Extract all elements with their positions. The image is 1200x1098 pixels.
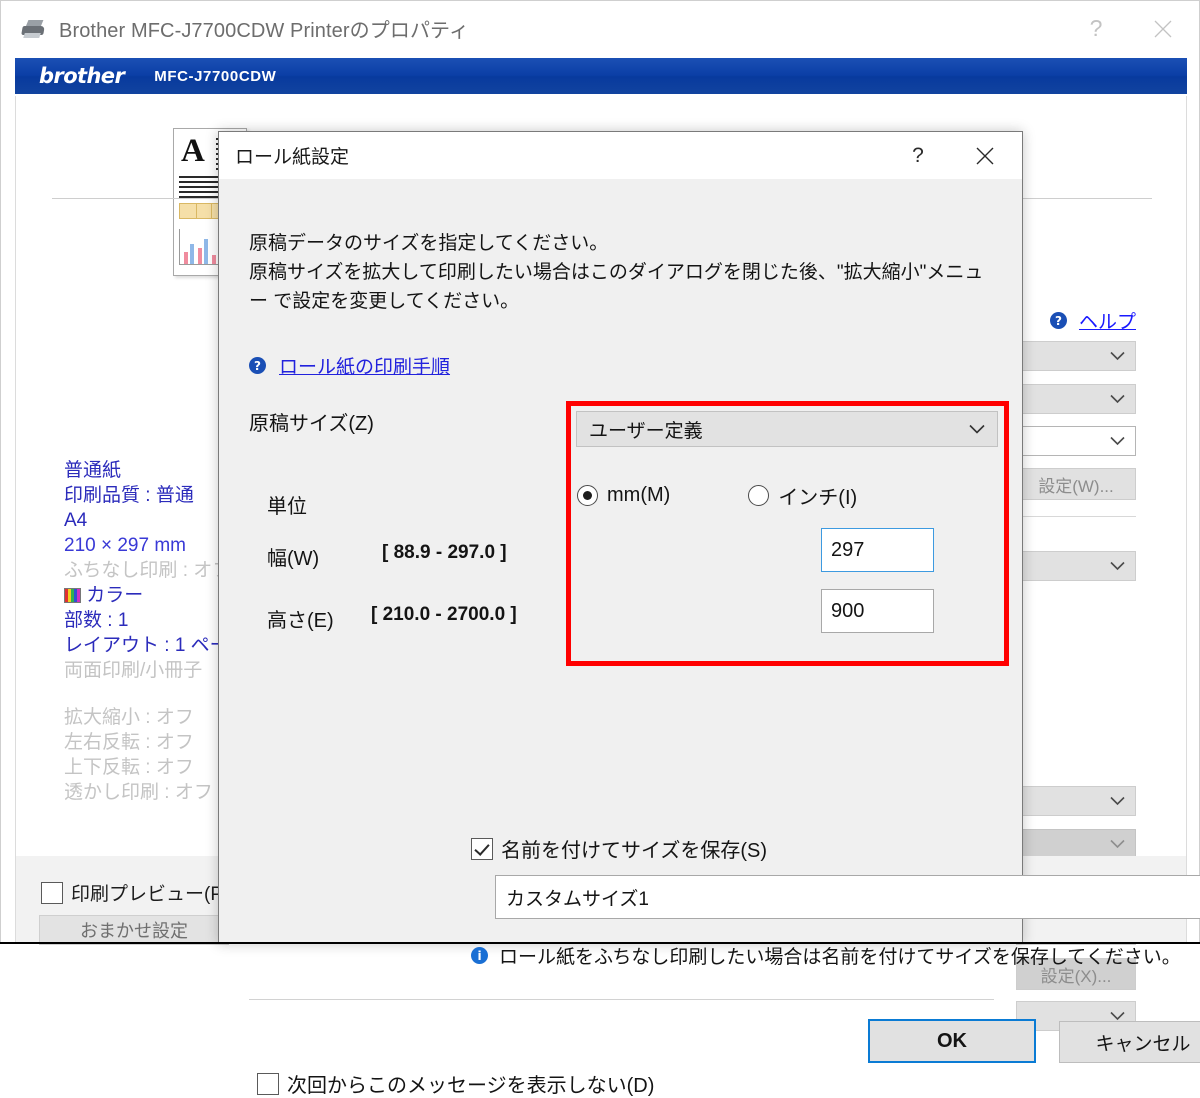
help-icon: ? xyxy=(1049,312,1067,329)
help-link-label[interactable]: ヘルプ xyxy=(1079,307,1136,334)
dont-show-again-checkbox[interactable] xyxy=(257,1072,279,1095)
dialog-close-icon[interactable] xyxy=(948,132,1022,179)
print-preview-label: 印刷プレビュー(P xyxy=(71,884,224,905)
height-input-value: 900 xyxy=(831,599,865,622)
bg-dropdown-1[interactable] xyxy=(1016,341,1136,371)
bg-divider-1 xyxy=(1016,516,1136,517)
bg-settings-button-w[interactable]: 設定(W)... xyxy=(1016,468,1136,500)
borderless-note-text: ロール紙をふちなし印刷したい場合は名前を付けてサイズを保存してください。 xyxy=(499,947,1181,968)
brother-brand-bar: brother MFC-J7700CDW xyxy=(15,58,1187,94)
height-label: 高さ(E) xyxy=(267,610,334,632)
print-preview-checkbox-row[interactable]: 印刷プレビュー(P xyxy=(41,879,223,906)
color-chip-icon xyxy=(64,588,81,603)
radio-mm-indicator[interactable] xyxy=(577,485,598,506)
dialog-help-button[interactable]: ? xyxy=(888,132,948,179)
save-size-checkbox[interactable] xyxy=(471,837,493,860)
radio-mm-label: mm(M) xyxy=(607,484,671,506)
summary-color-label: カラー xyxy=(86,585,144,606)
chevron-down-icon xyxy=(1110,839,1125,849)
radio-inch-indicator[interactable] xyxy=(748,485,770,506)
bg-dropdown-2[interactable] xyxy=(1016,384,1136,414)
unit-radio-mm[interactable]: mm(M) xyxy=(577,484,670,507)
dialog-description: 原稿データのサイズを指定してください。 原稿サイズを拡大して印刷したい場合はこの… xyxy=(249,233,984,312)
document-size-label: 原稿サイズ(Z) xyxy=(249,413,374,435)
borderless-note-row: i ロール紙をふちなし印刷したい場合は名前を付けてサイズを保存してください。 xyxy=(471,942,1181,969)
document-size-value: ユーザー定義 xyxy=(589,420,703,442)
omakase-settings-button[interactable]: おまかせ設定 xyxy=(39,915,229,945)
dialog-titlebar-buttons: ? xyxy=(888,132,1022,179)
dialog-footer-divider xyxy=(249,999,994,1000)
chevron-down-icon xyxy=(1110,796,1125,806)
question-mark-icon: ? xyxy=(249,357,266,374)
chevron-down-icon xyxy=(1110,394,1125,404)
height-input[interactable]: 900 xyxy=(821,589,934,633)
preview-letter-a: A xyxy=(181,133,205,169)
radio-inch-label: インチ(I) xyxy=(778,487,858,509)
save-size-label: 名前を付けてサイズを保存(S) xyxy=(501,840,768,862)
dont-show-again-label: 次回からこのメッセージを表示しない(D) xyxy=(287,1075,655,1097)
dialog-title: ロール紙設定 xyxy=(235,147,350,168)
ok-button[interactable]: OK xyxy=(868,1019,1036,1063)
dialog-titlebar: ロール紙設定 ? xyxy=(219,132,1022,179)
save-size-checkbox-row[interactable]: 名前を付けてサイズを保存(S) xyxy=(471,834,767,863)
dont-show-again-row[interactable]: 次回からこのメッセージを表示しない(D) xyxy=(257,1069,654,1098)
width-input[interactable]: 297 xyxy=(821,528,934,572)
cancel-button[interactable]: キャンセル xyxy=(1059,1021,1200,1063)
unit-radio-group: mm(M) インチ(I) xyxy=(577,481,857,510)
roll-paper-procedure-link-row[interactable]: ? ロール紙の印刷手順 xyxy=(249,352,450,379)
height-range-text: [ 210.0 - 2700.0 ] xyxy=(371,604,517,625)
chevron-down-icon xyxy=(1110,1011,1125,1021)
bg-dropdown-6[interactable] xyxy=(1016,829,1136,859)
roll-paper-settings-dialog: ロール紙設定 ? 原稿データのサイズを指定してください。 原稿サイズを拡大して印… xyxy=(218,131,1200,1097)
dialog-body: 原稿データのサイズを指定してください。 原稿サイズを拡大して印刷したい場合はこの… xyxy=(219,179,1200,1097)
printer-icon xyxy=(21,19,47,39)
help-link-row[interactable]: ? ヘルプ xyxy=(1049,307,1136,334)
brother-logo: brother xyxy=(39,64,125,88)
main-titlebar-buttons: ? xyxy=(1065,1,1199,56)
chevron-down-icon xyxy=(969,424,985,434)
document-size-dropdown[interactable]: ユーザー定義 xyxy=(576,411,998,447)
bg-dropdown-5[interactable] xyxy=(1016,786,1136,816)
main-help-button[interactable]: ? xyxy=(1065,1,1127,56)
size-name-input[interactable]: カスタムサイズ1 xyxy=(495,875,1200,919)
main-window-title: Brother MFC-J7700CDW Printerのプロパティ xyxy=(59,20,470,42)
width-label: 幅(W) xyxy=(267,548,320,570)
main-titlebar: Brother MFC-J7700CDW Printerのプロパティ ? xyxy=(1,1,1199,56)
print-preview-checkbox[interactable] xyxy=(41,881,63,904)
bg-dropdown-3[interactable] xyxy=(1016,426,1136,456)
chevron-down-icon xyxy=(1110,561,1125,571)
unit-radio-inch[interactable]: インチ(I) xyxy=(748,481,857,510)
bg-dropdown-4[interactable] xyxy=(1016,551,1136,581)
brother-model-label: MFC-J7700CDW xyxy=(154,67,277,85)
width-range-text: [ 88.9 - 297.0 ] xyxy=(382,542,507,563)
unit-label: 単位 xyxy=(267,496,307,518)
main-close-icon[interactable] xyxy=(1127,1,1199,56)
width-input-value: 297 xyxy=(831,538,865,561)
size-name-value: カスタムサイズ1 xyxy=(506,888,649,910)
chevron-down-icon xyxy=(1110,351,1125,361)
roll-paper-procedure-link[interactable]: ロール紙の印刷手順 xyxy=(279,352,450,379)
info-icon: i xyxy=(471,947,488,964)
chevron-down-icon xyxy=(1110,436,1125,446)
